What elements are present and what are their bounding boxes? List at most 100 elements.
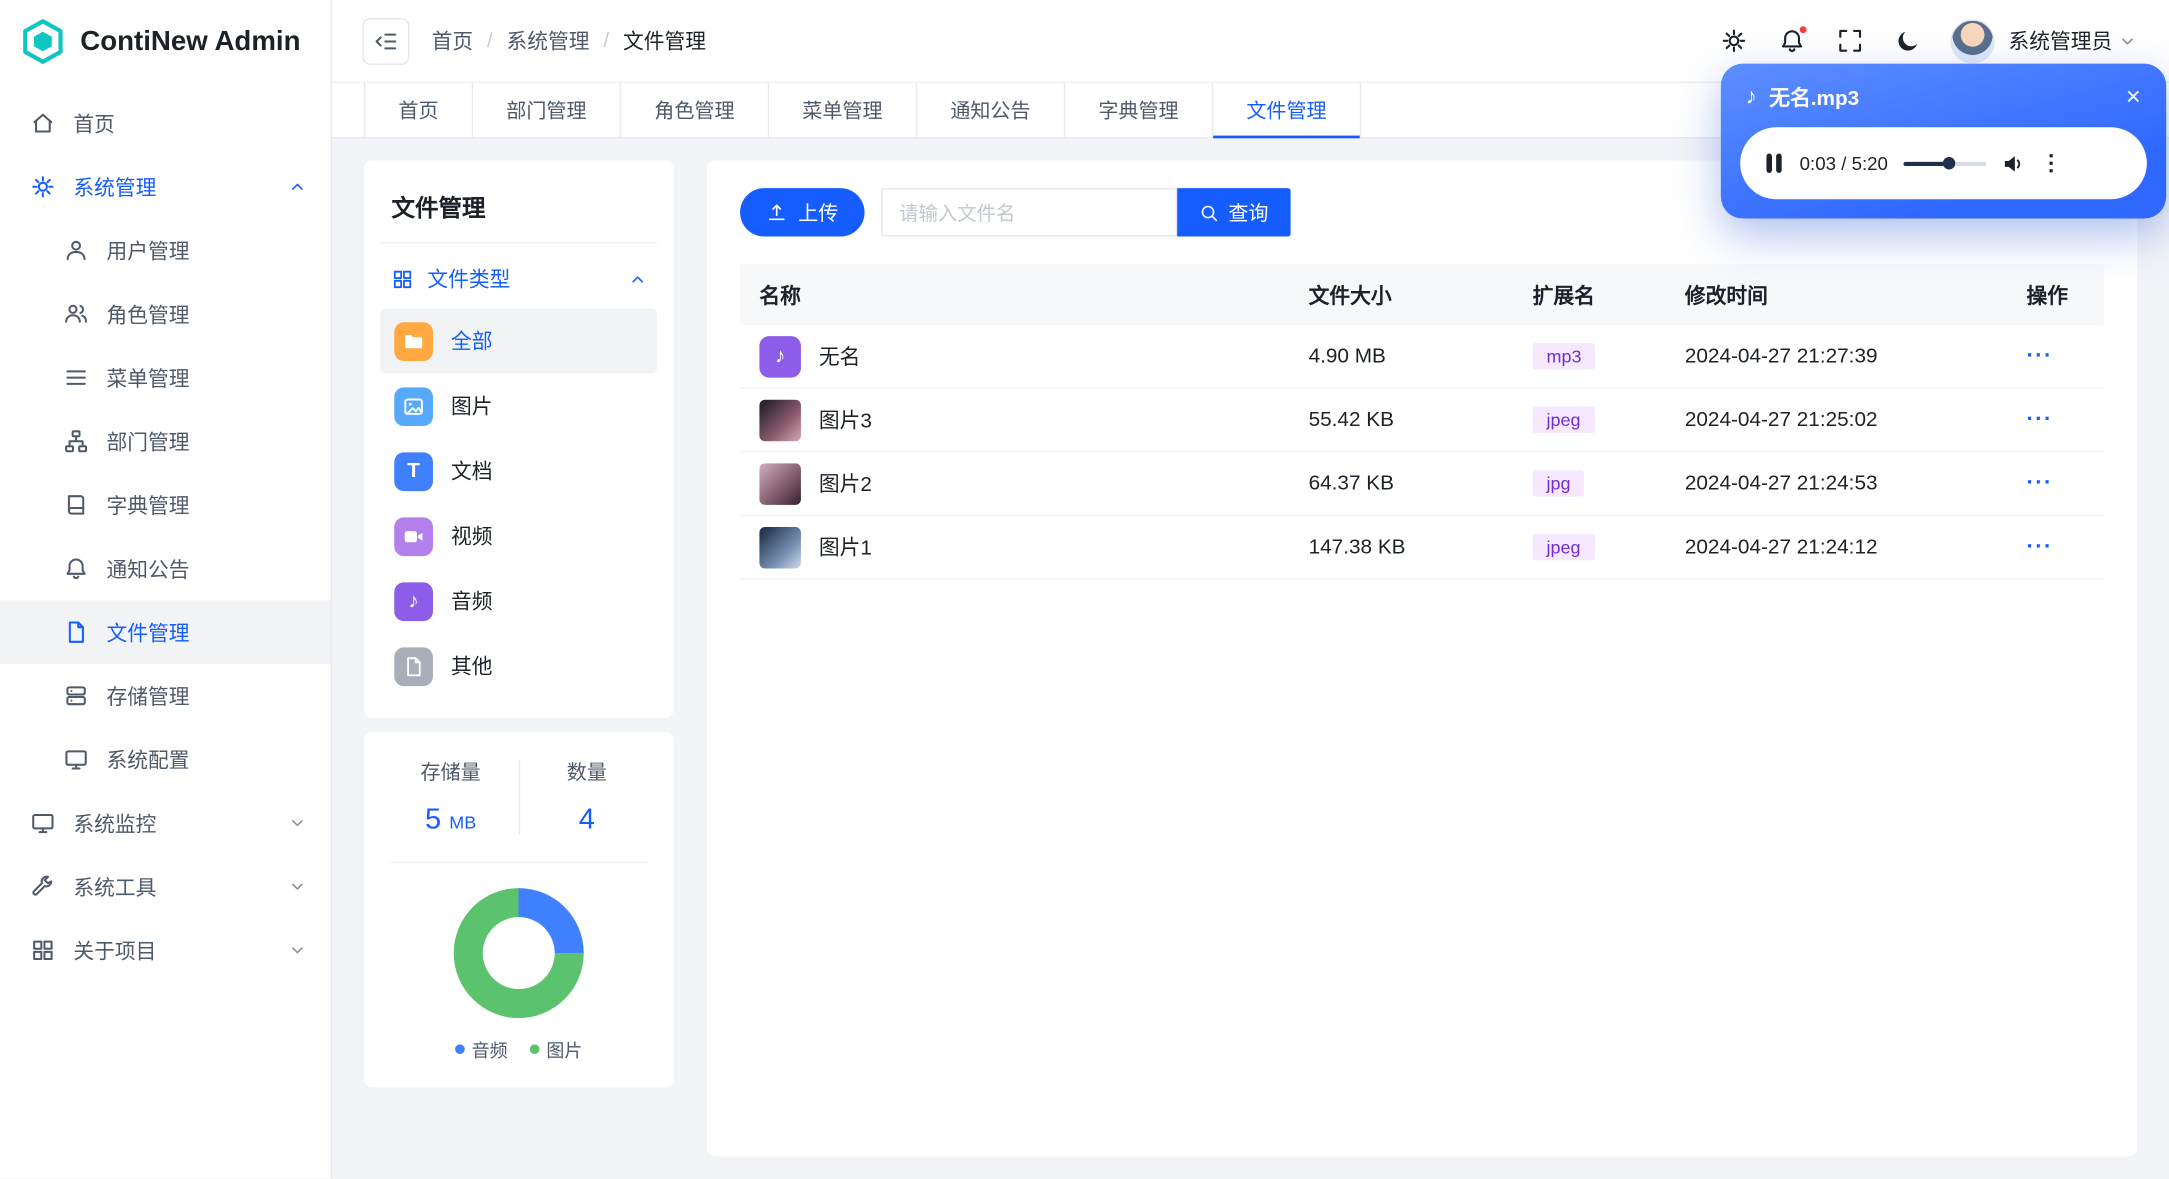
settings-button[interactable]	[1710, 16, 1760, 66]
file-ext-cell: jpeg	[1519, 406, 1671, 433]
row-actions-button[interactable]: ···	[2027, 471, 2053, 495]
row-actions-button[interactable]: ···	[2027, 344, 2053, 368]
sidebar-item-system-tools[interactable]: 系统工具	[0, 855, 331, 919]
sidebar-item-departments[interactable]: 部门管理	[0, 409, 331, 473]
file-name: 图片2	[818, 473, 872, 497]
column-header: 扩展名	[1532, 284, 1595, 308]
file-type-videos[interactable]: 视频	[380, 504, 657, 569]
sidebar-item-label: 文件管理	[106, 621, 190, 646]
tab-label: 首页	[398, 100, 439, 124]
file-type-audio[interactable]: ♪ 音频	[380, 569, 657, 634]
storage-stat-unit: MB	[449, 811, 477, 833]
tab-dictionaries[interactable]: 字典管理	[1065, 82, 1214, 137]
file-name: 图片3	[818, 409, 872, 433]
player-progress-thumb[interactable]	[1942, 157, 1956, 170]
breadcrumb-separator: /	[603, 29, 610, 53]
progress-slider[interactable]	[1903, 157, 1987, 170]
table-row[interactable]: 图片3 55.42 KB jpeg 2024-04-27 21:25:02 ··…	[740, 389, 2104, 453]
file-icon	[394, 646, 433, 686]
query-button[interactable]: 查询	[1177, 188, 1291, 237]
sidebar-item-label: 系统管理	[73, 176, 157, 200]
tab-menus[interactable]: 菜单管理	[769, 82, 918, 137]
ext-tag: jpg	[1532, 470, 1585, 497]
tab-notices[interactable]: 通知公告	[917, 82, 1066, 137]
sidebar-menu: 首页 系统管理 用户管理 角色管理 菜单管理 部门管理 字典管理 通知公告 文件…	[0, 83, 331, 1179]
sidebar-item-label: 通知公告	[106, 558, 190, 582]
file-type-label: 视频	[450, 525, 493, 550]
file-size: 64.37 KB	[1308, 471, 1394, 496]
file-type-group-label: 文件类型	[427, 268, 511, 292]
file-type-images[interactable]: 图片	[380, 373, 657, 438]
dark-mode-button[interactable]	[1884, 16, 1934, 66]
fullscreen-button[interactable]	[1826, 16, 1876, 66]
upload-button[interactable]: 上传	[740, 188, 865, 237]
row-actions-button[interactable]: ···	[2027, 535, 2053, 559]
folder-icon	[394, 321, 433, 361]
tab-label: 字典管理	[1098, 100, 1179, 124]
wrench-icon	[30, 874, 55, 899]
breadcrumb-item[interactable]: 首页	[432, 26, 474, 55]
row-actions-button[interactable]: ···	[2027, 407, 2053, 431]
tab-label: 角色管理	[654, 100, 735, 124]
tab-departments[interactable]: 部门管理	[473, 82, 622, 137]
menu-fold-icon	[373, 28, 398, 53]
file-type-group-toggle[interactable]: 文件类型	[380, 243, 657, 308]
sidebar-item-menus[interactable]: 菜单管理	[0, 346, 331, 410]
avatar[interactable]	[1950, 18, 1995, 63]
sidebar-item-config[interactable]: 系统配置	[0, 728, 331, 792]
sidebar-item-label: 角色管理	[106, 303, 190, 328]
sidebar-item-system-monitor[interactable]: 系统监控	[0, 791, 331, 855]
table-row[interactable]: ♪ 无名 4.90 MB mp3 2024-04-27 21:27:39 ···	[740, 325, 2104, 389]
file-ext-cell: mp3	[1519, 343, 1671, 370]
sidebar-item-about-project[interactable]: 关于项目	[0, 919, 331, 983]
table-row[interactable]: 图片1 147.38 KB jpeg 2024-04-27 21:24:12 ·…	[740, 516, 2104, 580]
user-name-label: 系统管理员	[2008, 30, 2113, 54]
sidebar-submenu-system: 用户管理 角色管理 菜单管理 部门管理 字典管理 通知公告 文件管理 存储管理 …	[0, 219, 331, 792]
close-icon[interactable]: ✕	[2125, 86, 2141, 110]
sidebar-item-roles[interactable]: 角色管理	[0, 282, 331, 346]
audio-player-popup: ♪ 无名.mp3 ✕ 0:03 / 5:20 ⋮	[1720, 63, 2167, 219]
breadcrumb-item[interactable]: 系统管理	[507, 26, 590, 55]
sidebar-item-label: 菜单管理	[106, 367, 190, 391]
sidebar-collapse-button[interactable]	[362, 17, 410, 65]
file-size: 4.90 MB	[1308, 344, 1386, 368]
sidebar-item-home[interactable]: 首页	[0, 91, 331, 155]
sidebar-item-notices[interactable]: 通知公告	[0, 537, 331, 601]
file-ext-cell: jpeg	[1519, 533, 1671, 561]
file-modified-time: 2024-04-27 21:27:39	[1684, 344, 1878, 368]
moon-icon	[1896, 28, 1922, 54]
topbar-actions: 系统管理员	[1710, 16, 2142, 66]
row-actions-cell: ···	[2013, 344, 2104, 369]
table-row[interactable]: 图片2 64.37 KB jpg 2024-04-27 21:24:53 ···	[740, 452, 2104, 516]
more-options-button[interactable]: ⋮	[2040, 149, 2062, 177]
tab-home[interactable]: 首页	[363, 82, 474, 137]
gear-icon	[1721, 28, 1747, 54]
file-type-other[interactable]: 其他	[380, 634, 657, 699]
sidebar-item-storage[interactable]: 存储管理	[0, 664, 331, 728]
sidebar-item-system-management[interactable]: 系统管理	[0, 155, 331, 219]
app-title: ContiNew Admin	[80, 25, 301, 57]
chevron-down-icon	[289, 878, 306, 895]
donut-legend: 音频 图片	[383, 1036, 654, 1062]
file-ext-cell: jpg	[1519, 470, 1671, 497]
pause-button[interactable]	[1764, 151, 1785, 176]
file-type-label: 全部	[450, 330, 493, 355]
column-header: 名称	[759, 284, 801, 308]
legend-dot	[455, 1044, 465, 1055]
tab-files[interactable]: 文件管理	[1213, 82, 1362, 139]
tab-roles[interactable]: 角色管理	[621, 82, 770, 137]
sidebar-item-files[interactable]: 文件管理	[0, 600, 331, 664]
user-menu[interactable]: 系统管理员	[2003, 26, 2141, 55]
file-type-all[interactable]: 全部	[380, 308, 658, 374]
file-name-cell: 图片1	[740, 526, 1295, 568]
volume-button[interactable]	[2001, 151, 2025, 175]
file-type-documents[interactable]: T 文档	[380, 439, 657, 504]
app-logo[interactable]: ContiNew Admin	[0, 0, 331, 83]
search-input[interactable]	[881, 188, 1178, 237]
sidebar-item-dictionaries[interactable]: 字典管理	[0, 473, 331, 537]
file-name: 无名	[818, 345, 861, 370]
speaker-icon	[2001, 151, 2025, 175]
file-type-column: 文件管理 文件类型 全部 图片 T 文档 视频 ♪ 音频 其他 存储量 5 MB…	[363, 160, 674, 1156]
notifications-button[interactable]	[1768, 16, 1818, 66]
sidebar-item-users[interactable]: 用户管理	[0, 219, 331, 283]
